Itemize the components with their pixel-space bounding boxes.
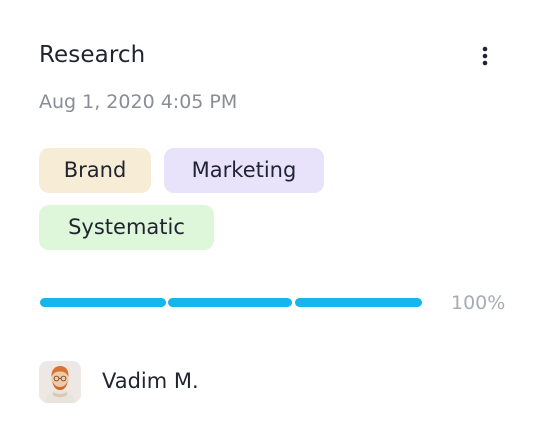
card-title: Research <box>39 42 146 68</box>
progress-segment <box>40 298 166 307</box>
tag-brand[interactable]: Brand <box>39 148 151 193</box>
tag-systematic[interactable]: Systematic <box>39 205 214 250</box>
progress-segment <box>295 298 422 307</box>
task-card[interactable]: Research Aug 1, 2020 4:05 PM Brand Marke… <box>0 0 537 438</box>
card-date: Aug 1, 2020 4:05 PM <box>39 91 238 113</box>
tag-marketing[interactable]: Marketing <box>164 148 324 193</box>
user-avatar[interactable] <box>39 361 81 403</box>
progress-bar <box>40 298 422 308</box>
progress-fill <box>168 298 292 307</box>
progress-fill <box>295 298 422 307</box>
progress-fill <box>40 298 166 307</box>
more-options-icon[interactable] <box>474 44 496 68</box>
assignee-name: Vadim M. <box>102 369 199 393</box>
progress-segment <box>168 298 292 307</box>
progress-percent: 100% <box>451 292 506 314</box>
